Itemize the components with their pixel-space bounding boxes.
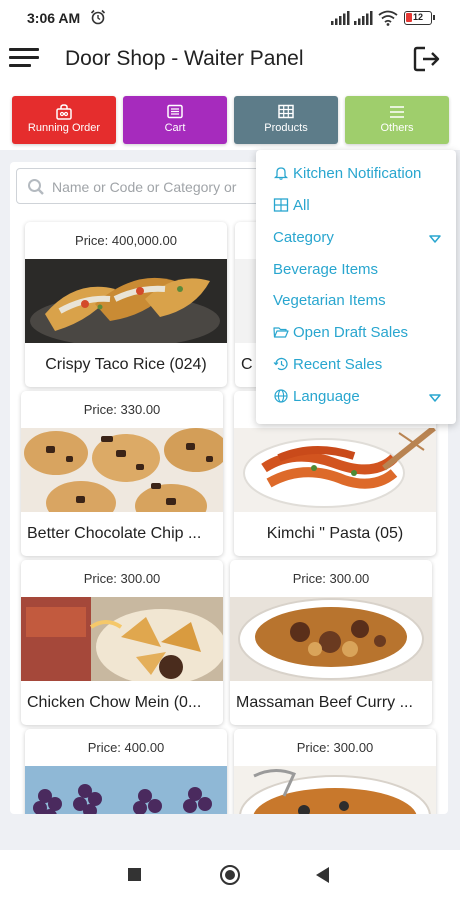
menu-item-beverage-items[interactable]: Beverage Items	[273, 261, 453, 287]
hamburger-icon	[390, 106, 404, 118]
app-bar: Door Shop - Waiter Panel	[0, 36, 460, 82]
tab-bar: Running Order Cart Products Others	[0, 96, 460, 144]
tab-products[interactable]: Products	[234, 96, 338, 144]
menu-item-label: Vegetarian Items	[273, 292, 386, 309]
product-image	[234, 766, 436, 814]
product-price: Price: 400,000.00	[75, 233, 177, 248]
home-button[interactable]	[220, 865, 240, 885]
alarm-clock-icon	[90, 9, 106, 25]
caret-down-icon	[429, 235, 441, 243]
product-name: Kimchi " Pasta (05)	[266, 525, 404, 542]
battery-icon: 12	[404, 11, 435, 25]
product-card[interactable]: Price: 300.00 Chicken Chow Mein (0...	[21, 560, 223, 725]
logout-icon[interactable]	[413, 46, 441, 72]
page-title: Door Shop - Waiter Panel	[65, 47, 304, 70]
system-nav-bar	[0, 850, 460, 900]
product-name: Better Chocolate Chip ...	[27, 525, 202, 542]
product-image	[21, 597, 223, 681]
product-price: Price: 330.00	[83, 402, 161, 417]
tab-label: Products	[264, 122, 308, 134]
product-card[interactable]: Price: 300.00 Massaman Beef Curry ...	[230, 560, 432, 725]
folder-open-icon	[273, 327, 289, 338]
grid-icon	[278, 104, 294, 119]
product-name: Chicken Chow Mein (0...	[27, 694, 202, 711]
product-price: Price: 300.00	[296, 740, 374, 755]
menu-item-recent-sales[interactable]: Recent Sales	[273, 356, 453, 382]
product-name: Massaman Beef Curry ...	[236, 694, 413, 711]
status-bar: 3:06 AM 12	[0, 0, 460, 36]
menu-item-label: Category	[273, 229, 334, 246]
menu-item-language[interactable]: Language	[273, 388, 453, 414]
bag-icon	[56, 104, 72, 120]
product-image	[230, 597, 432, 681]
product-card[interactable]: Price: 400.00	[25, 729, 227, 814]
product-image	[25, 259, 227, 343]
others-dropdown-menu: Kitchen Notification All Category Bevera…	[256, 150, 456, 424]
menu-item-label: Language	[293, 388, 360, 405]
product-card[interactable]: Price: 400,000.00 Crispy Taco Rice (024)	[25, 222, 227, 387]
globe-icon	[274, 389, 288, 403]
menu-item-vegetarian-items[interactable]: Vegetarian Items	[273, 292, 453, 318]
tab-others[interactable]: Others	[345, 96, 449, 144]
recents-button[interactable]	[128, 868, 141, 881]
status-time: 3:06 AM	[27, 10, 81, 26]
tab-running-order[interactable]: Running Order	[12, 96, 116, 144]
list-icon	[167, 104, 183, 119]
product-card[interactable]: Price: 300.00	[234, 729, 436, 814]
menu-icon[interactable]	[9, 48, 39, 70]
tab-label: Cart	[164, 122, 186, 134]
menu-item-category[interactable]: Category	[273, 229, 453, 255]
grid-icon	[273, 198, 289, 212]
history-icon	[273, 357, 288, 371]
product-price: Price: 300.00	[83, 571, 161, 586]
menu-item-label: Open Draft Sales	[293, 324, 409, 341]
search-box[interactable]	[16, 168, 266, 204]
battery-level: 12	[412, 12, 423, 22]
menu-item-label: Kitchen Notification	[293, 165, 422, 182]
menu-item-open-draft-sales[interactable]: Open Draft Sales	[273, 324, 453, 350]
signal-icon-2	[354, 11, 373, 25]
search-icon	[28, 179, 44, 195]
product-image	[21, 428, 223, 512]
menu-item-all[interactable]: All	[273, 197, 453, 223]
wifi-icon	[378, 10, 398, 26]
tab-label: Running Order	[27, 122, 101, 134]
product-card[interactable]: Price: 330.00 Better Chocolate Chip ...	[21, 391, 223, 556]
caret-down-icon	[429, 394, 441, 402]
menu-item-label: Recent Sales	[293, 356, 383, 373]
bell-icon	[273, 167, 289, 180]
product-name: Crispy Taco Rice (024)	[45, 356, 207, 373]
product-image	[25, 766, 227, 814]
menu-item-label: All	[293, 197, 310, 214]
product-price: Price: 300.00	[292, 571, 370, 586]
menu-item-label: Beverage Items	[273, 261, 379, 278]
back-button[interactable]	[316, 867, 329, 883]
product-price: Price: 400.00	[87, 740, 165, 755]
menu-item-kitchen-notification[interactable]: Kitchen Notification	[273, 165, 453, 191]
product-image	[234, 428, 436, 512]
tab-cart[interactable]: Cart	[123, 96, 227, 144]
tab-label: Others	[380, 122, 414, 134]
search-input[interactable]	[52, 175, 265, 199]
signal-icon	[331, 11, 350, 25]
